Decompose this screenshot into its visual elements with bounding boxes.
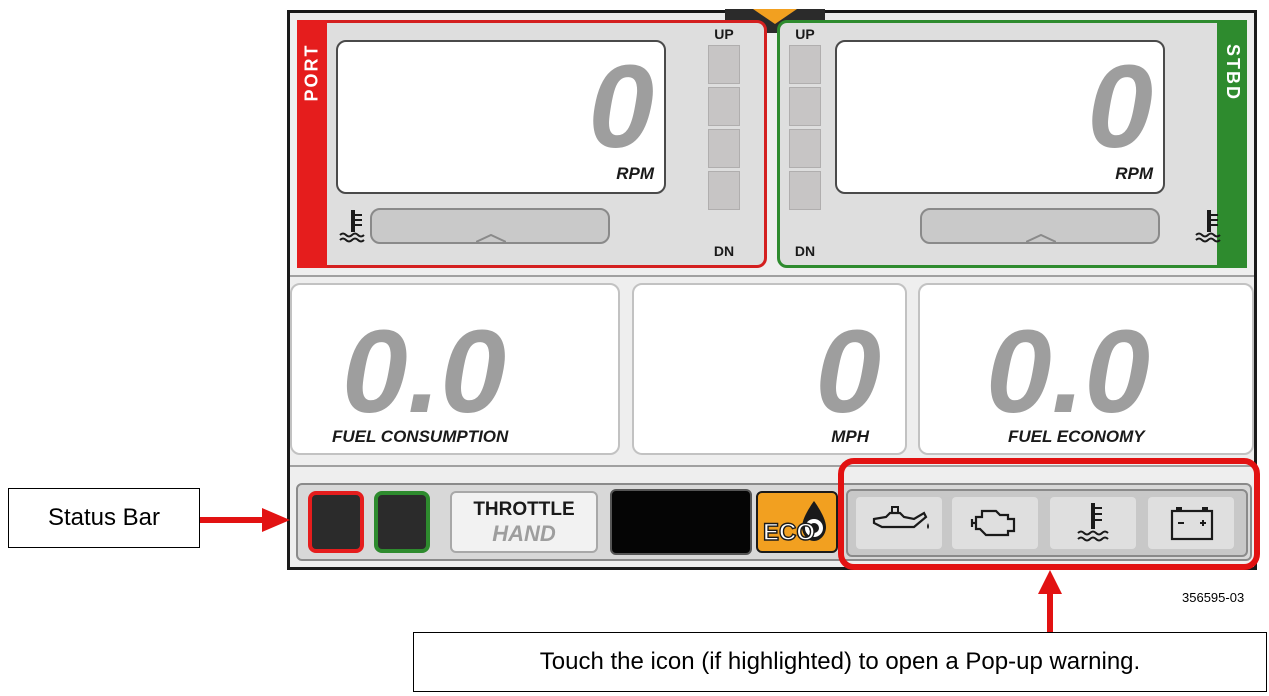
port-trim-segment [708,171,740,210]
fuel-economy-label: FUEL ECONOMY [1008,427,1145,446]
arrow-up-icon [1038,570,1062,634]
throttle-mode-value: HAND [492,521,556,546]
port-rpm-display[interactable]: 0 RPM [336,40,666,194]
figure-code: 356595-03 [1182,590,1245,605]
eco-icon: ECO [762,501,826,547]
speed-unit-label: MPH [831,427,869,446]
stbd-trim-gauge: UP DN [786,23,824,263]
fuel-consumption-label: FUEL CONSUMPTION [332,427,509,446]
stbd-trim-down-label: DN [794,243,816,259]
stbd-rpm-value: 0 [1087,41,1153,173]
port-trim-down-label: DN [713,243,735,259]
warning-callout: Touch the icon (if highlighted) to open … [413,632,1267,692]
throttle-mode-button[interactable]: THROTTLE HAND [450,491,598,553]
arrow-right-icon [200,508,290,532]
stbd-rpm-display[interactable]: 0 RPM [835,40,1165,194]
throttle-title: THROTTLE [473,499,575,520]
stbd-trim-up-label: UP [795,26,815,42]
speed-gauge[interactable]: 0 MPH [632,283,907,455]
warning-icons-highlight [838,458,1260,570]
port-trim-gauge: UP DN [705,23,743,263]
stbd-trim-segment [789,129,821,168]
fuel-economy-value: 0.0 [986,306,1151,438]
fuel-consumption-gauge[interactable]: 0.0 FUEL CONSUMPTION [290,283,620,455]
port-trim-segment [708,45,740,84]
eco-label: ECO [763,519,815,546]
speed-value: 0 [815,306,881,438]
section-divider [290,275,1254,277]
coolant-temperature-icon [1194,208,1224,249]
port-trim-up-label: UP [714,26,734,42]
stbd-status-indicator[interactable] [374,491,430,553]
port-status-indicator[interactable] [308,491,364,553]
fuel-economy-gauge[interactable]: 0.0 FUEL ECONOMY [918,283,1254,455]
port-temperature-bar [370,208,610,244]
fuel-consumption-value: 0.0 [342,306,507,438]
port-label: PORT [301,42,322,102]
port-rpm-value: 0 [588,41,654,173]
stbd-trim-segment [789,45,821,84]
stbd-rpm-unit: RPM [1115,164,1153,183]
eco-mode-button[interactable]: ECO [756,491,838,553]
stbd-temperature-bar [920,208,1160,244]
port-engine-panel: PORT 0 RPM UP DN [297,20,767,268]
port-side-band: PORT [297,20,327,268]
port-trim-segment [708,87,740,126]
stbd-engine-panel: STBD UP DN 0 RPM [777,20,1247,268]
port-rpm-unit: RPM [616,164,654,183]
port-trim-segment [708,129,740,168]
status-bar-callout: Status Bar [8,488,200,548]
coolant-temperature-icon [338,208,368,249]
stbd-trim-segment [789,171,821,210]
stbd-trim-segment [789,87,821,126]
status-message-area [610,489,752,555]
stbd-label: STBD [1222,43,1243,101]
